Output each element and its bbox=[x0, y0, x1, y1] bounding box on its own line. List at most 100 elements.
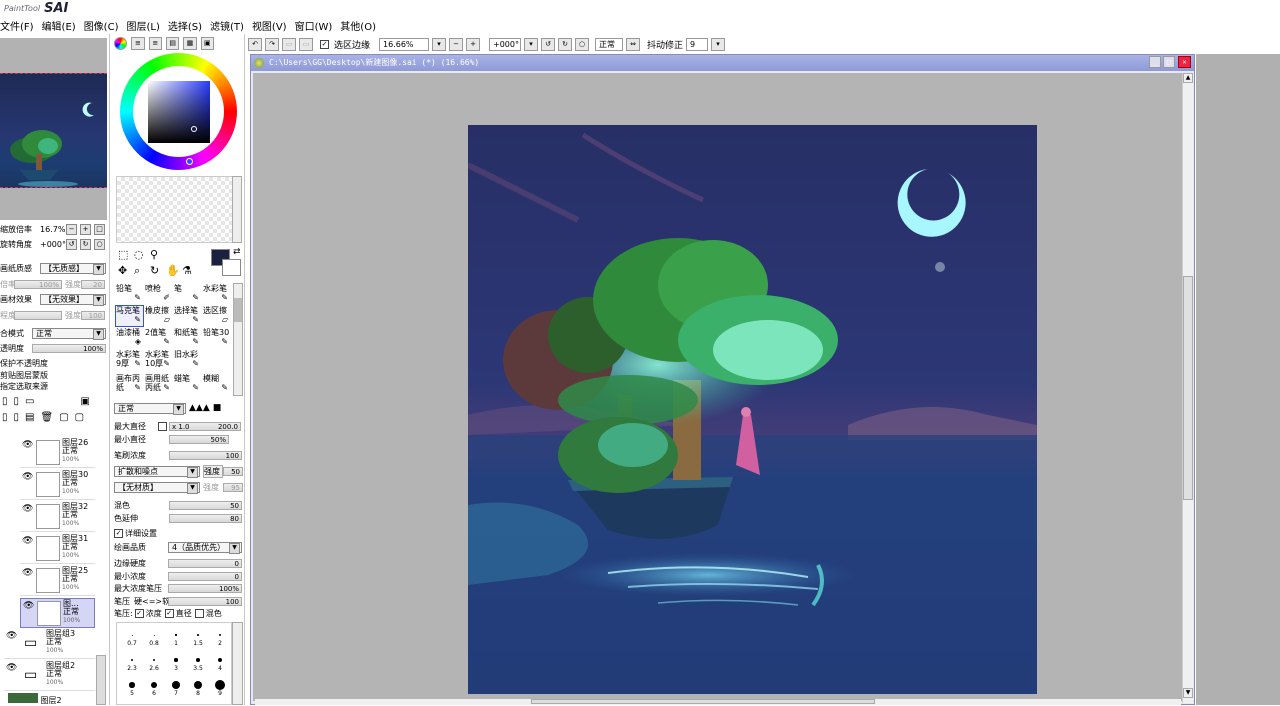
h-scroll-thumb[interactable] bbox=[531, 699, 875, 704]
swatches-tab-icon[interactable]: ▦ bbox=[183, 37, 197, 50]
menu-file[interactable]: 文件(F) bbox=[0, 18, 42, 33]
menu-image[interactable]: 图像(C) bbox=[84, 18, 127, 33]
merge-icon[interactable]: ▢ bbox=[59, 412, 68, 426]
texture-strength-value[interactable]: 95 bbox=[223, 482, 243, 492]
canvas-vertical-scrollbar[interactable]: ▲ ▼ bbox=[1182, 73, 1193, 703]
rotate-ccw-icon[interactable]: ↺ bbox=[541, 37, 556, 51]
rotation-dropdown-icon[interactable]: ▾ bbox=[524, 37, 539, 51]
selection-edge-checkbox[interactable]: ✓ bbox=[320, 39, 329, 49]
opacity-slider[interactable]: 100% bbox=[32, 343, 106, 353]
color-wheel[interactable] bbox=[120, 53, 237, 170]
scroll-thumb[interactable] bbox=[1183, 276, 1193, 500]
detail-settings-row[interactable]: ✓ 详细设置 bbox=[114, 527, 244, 539]
rect-select-icon[interactable]: ⬚ bbox=[118, 248, 128, 261]
rotate-reset-button[interactable]: ○ bbox=[94, 238, 105, 250]
tool-watercolor10[interactable]: 水彩笔10厚 ✎ bbox=[144, 349, 173, 371]
tools-scrollbar[interactable] bbox=[233, 283, 243, 396]
mixer-tab-icon[interactable]: ▤ bbox=[165, 37, 180, 50]
layer-scrollbar[interactable] bbox=[96, 655, 106, 705]
tool-brush[interactable]: 笔 ✎ bbox=[173, 283, 202, 305]
brush-size-dot[interactable] bbox=[215, 680, 225, 690]
layer-mask-icon[interactable]: ▣ bbox=[80, 396, 89, 410]
effect-select[interactable]: 【无效果】 bbox=[40, 293, 106, 306]
brush-size-dot[interactable] bbox=[129, 682, 135, 688]
scroll-down-icon[interactable]: ▼ bbox=[1183, 688, 1193, 698]
layer-item-selected[interactable]: 👁 图... 正常 100% bbox=[20, 598, 95, 628]
swap-colors-icon[interactable]: ⇄ bbox=[233, 247, 241, 257]
brush-mode-select[interactable]: 正常 bbox=[114, 403, 186, 415]
navigator-thumbnail[interactable] bbox=[0, 73, 107, 188]
brush-texture-select[interactable]: 【无材质】 bbox=[114, 481, 200, 494]
tool-watercolor9[interactable]: 水彩笔9厚 ✎ bbox=[115, 349, 144, 371]
degree2-slider[interactable]: 100 bbox=[81, 310, 105, 320]
canvas-workspace[interactable] bbox=[253, 73, 1182, 701]
tool-watercolor[interactable]: 水彩笔 ✎ bbox=[202, 283, 231, 305]
hsv-slider-tab-icon[interactable]: ≡ bbox=[148, 37, 162, 50]
eye-icon[interactable]: 👁 bbox=[6, 631, 18, 641]
eyedropper-icon[interactable]: ⚗ bbox=[182, 264, 192, 277]
zoom-in-button[interactable]: + bbox=[80, 223, 91, 235]
brush-size-dot[interactable] bbox=[196, 658, 200, 662]
layer-item[interactable]: 👁 图层31 正常 100% bbox=[20, 534, 95, 564]
background-color-swatch[interactable] bbox=[222, 259, 241, 276]
edge-hardness-slider[interactable]: 0 bbox=[168, 558, 242, 568]
eye-icon[interactable]: 👁 bbox=[23, 601, 35, 611]
color-wheel-tab-icon[interactable] bbox=[114, 37, 128, 50]
brush-size-scrollbar[interactable] bbox=[232, 622, 243, 705]
new-vector-layer-icon[interactable]: ▯ bbox=[14, 396, 20, 410]
scroll-up-icon[interactable]: ▲ bbox=[1183, 73, 1193, 83]
tool-blur[interactable]: 模糊 ✎ bbox=[202, 373, 231, 395]
min-density-slider[interactable]: 0 bbox=[168, 571, 242, 581]
zoom-dropdown-icon[interactable]: ▾ bbox=[432, 37, 447, 51]
layer-item[interactable]: 👁 图层26 正常 100% bbox=[20, 438, 95, 468]
deselect-icon[interactable]: ▭ bbox=[282, 37, 296, 51]
merge-all-icon[interactable]: ▢ bbox=[75, 412, 84, 426]
move-icon[interactable]: ✥ bbox=[118, 264, 127, 277]
brush-size-dot[interactable] bbox=[218, 633, 222, 637]
maximize-button[interactable]: □ bbox=[1163, 56, 1175, 68]
new-layer-icon[interactable]: ▯ bbox=[2, 396, 8, 410]
layer-group-item[interactable]: 👁 ▭ 图层组3 正常 100% bbox=[4, 629, 95, 659]
rotate-right-button[interactable]: ↻ bbox=[80, 238, 91, 250]
rotate-reset-icon[interactable]: ○ bbox=[575, 37, 590, 51]
stabilizer-field[interactable]: 9 bbox=[686, 37, 709, 51]
tool-airbrush[interactable]: 喷枪 ✐ bbox=[144, 283, 173, 305]
brush-size-dot[interactable] bbox=[130, 658, 134, 662]
tool-drawing-paper[interactable]: 画用纸丙纸 ✎ bbox=[144, 373, 173, 395]
paper-texture-select[interactable]: 【无质感】 bbox=[40, 262, 106, 275]
brush-size-dot[interactable] bbox=[193, 680, 203, 690]
detail-settings-checkbox[interactable]: ✓ bbox=[114, 528, 123, 538]
layer-item[interactable]: 👁 图层25 正常 100% bbox=[20, 566, 95, 596]
pressure-mix-checkbox[interactable] bbox=[194, 608, 204, 618]
tool-pencil30[interactable]: 铅笔30 ✎ bbox=[202, 327, 231, 349]
brush-size-dot[interactable] bbox=[150, 681, 158, 689]
density-slider[interactable]: 100 bbox=[169, 450, 242, 460]
tool-canvas[interactable]: 画布丙纸 ✎ bbox=[115, 373, 144, 395]
tool-empty-slot[interactable] bbox=[202, 349, 231, 371]
tool-marker[interactable]: 马克笔 ✎ bbox=[115, 305, 144, 327]
strength-slider[interactable]: 100% bbox=[14, 279, 62, 289]
menu-select[interactable]: 选择(S) bbox=[168, 18, 210, 33]
brush-shape-square-icon[interactable]: ■ bbox=[213, 403, 222, 416]
pressure-density-checkbox[interactable]: ✓ bbox=[134, 608, 144, 618]
scratchpad-tab-icon[interactable]: ▣ bbox=[200, 37, 214, 50]
tool-select-eraser[interactable]: 选区擦 ▱ bbox=[202, 305, 231, 327]
menu-other[interactable]: 其他(O) bbox=[340, 18, 384, 33]
tool-bucket[interactable]: 油漆桶 ◈ bbox=[115, 327, 144, 349]
zoom-in-icon[interactable]: + bbox=[466, 37, 481, 51]
zoom-field[interactable]: 16.66% bbox=[379, 37, 430, 51]
mix-slider[interactable]: 50 bbox=[169, 500, 242, 510]
eye-icon[interactable]: 👁 bbox=[22, 440, 34, 450]
zoom-reset-button[interactable]: □ bbox=[94, 223, 105, 235]
scratchpad-scrollbar[interactable] bbox=[232, 176, 242, 243]
blend-select[interactable]: 正常 bbox=[32, 327, 106, 340]
brush-size-presets[interactable]: 0.7 0.8 1 1.5 2 2.3 2.6 3 3.5 4 5 6 7 8 9 bbox=[116, 622, 232, 705]
trash-icon[interactable]: 🗑 bbox=[40, 412, 53, 426]
extend-slider[interactable]: 80 bbox=[169, 513, 242, 523]
degree-slider[interactable] bbox=[14, 310, 62, 320]
tool-select-pen[interactable]: 选择笔 ✎ bbox=[173, 305, 202, 327]
canvas-horizontal-scrollbar[interactable] bbox=[255, 699, 1181, 705]
tool-binary-pen[interactable]: 2值笔 ✎ bbox=[144, 327, 173, 349]
zoom-out-icon[interactable]: − bbox=[449, 37, 464, 51]
eye-icon[interactable]: 👁 bbox=[6, 663, 18, 673]
